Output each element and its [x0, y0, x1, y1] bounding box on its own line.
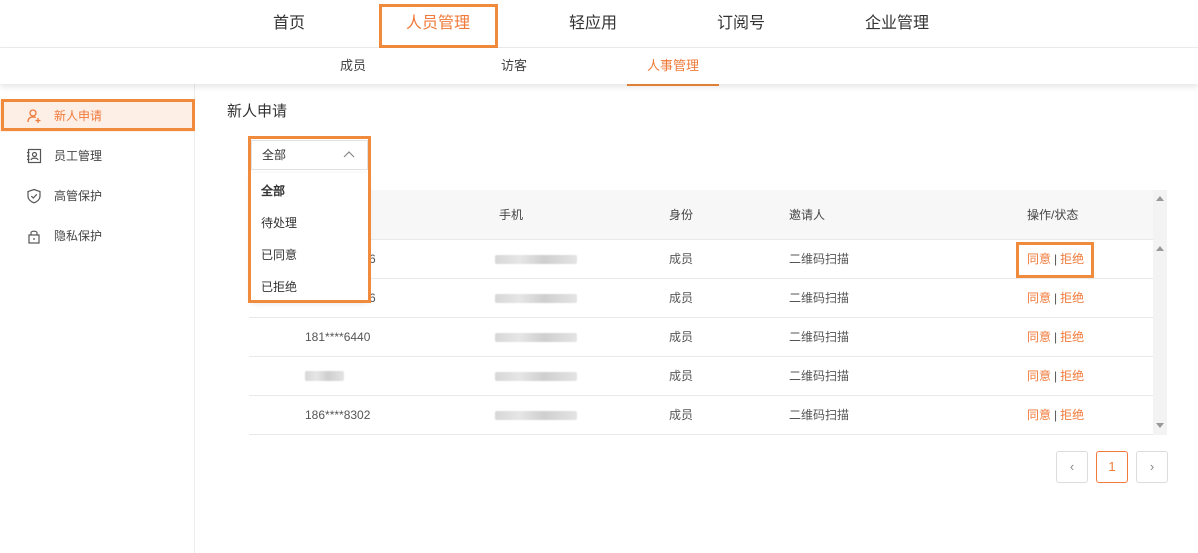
table-row: 6 成员 二维码扫描 同意 | 拒绝 [249, 240, 1153, 279]
table-header: 手机 身份 邀请人 操作/状态 [249, 190, 1153, 240]
applicant-role: 成员 [669, 252, 694, 266]
action-separator: | [1054, 330, 1058, 344]
nav-enterprise-management[interactable]: 企业管理 [852, 0, 942, 48]
subnav-members[interactable]: 成员 [327, 48, 379, 84]
user-add-icon [27, 109, 41, 123]
sidebar-item-label: 新人申请 [54, 109, 103, 123]
applications-table: 手机 身份 邀请人 操作/状态 6 成员 二维码扫描 同意 | 拒绝 6 成员 二维… [249, 190, 1153, 435]
applicant-role: 成员 [669, 330, 694, 344]
table-row: 181****6440 成员 二维码扫描 同意 | 拒绝 [249, 318, 1153, 357]
pagination-prev-button[interactable]: ‹ [1056, 451, 1088, 483]
status-filter-value: 全部 [262, 148, 287, 162]
filter-option-rejected[interactable]: 已拒绝 [251, 271, 368, 303]
pagination-next-button[interactable]: › [1136, 451, 1168, 483]
row-actions: 同意 | 拒绝 [1027, 279, 1084, 318]
scroll-up-icon[interactable] [1156, 196, 1164, 201]
agree-button[interactable]: 同意 [1027, 252, 1051, 266]
top-navigation: 首页 人员管理 轻应用 订阅号 企业管理 [0, 0, 1198, 48]
row-actions: 同意 | 拒绝 [1027, 240, 1084, 279]
agree-button[interactable]: 同意 [1027, 330, 1051, 344]
applicant-role: 成员 [669, 369, 694, 383]
agree-button[interactable]: 同意 [1027, 291, 1051, 305]
reject-button[interactable]: 拒绝 [1060, 408, 1084, 422]
applicant-inviter: 二维码扫描 [789, 330, 850, 344]
column-header-role: 身份 [669, 208, 694, 222]
table-row: 成员 二维码扫描 同意 | 拒绝 [249, 357, 1153, 396]
reject-button[interactable]: 拒绝 [1060, 252, 1084, 266]
nav-subscriptions[interactable]: 订阅号 [703, 0, 779, 48]
sidebar-item-privacy-protection[interactable]: 隐私保护 [0, 220, 195, 252]
applicant-inviter: 二维码扫描 [789, 408, 850, 422]
sidebar-item-executive-protection[interactable]: 高管保护 [0, 180, 195, 212]
phone-redacted [495, 255, 577, 264]
applicant-inviter: 二维码扫描 [789, 291, 850, 305]
table-row: 6 成员 二维码扫描 同意 | 拒绝 [249, 279, 1153, 318]
status-filter-select[interactable]: 全部 [251, 140, 368, 170]
sidebar-item-new-applications[interactable]: 新人申请 [0, 100, 195, 132]
page-title: 新人申请 [227, 103, 288, 120]
name-redacted [305, 371, 344, 381]
chevron-up-icon [343, 151, 355, 158]
filter-option-all[interactable]: 全部 [251, 175, 368, 207]
subnav-visitors[interactable]: 访客 [488, 48, 540, 84]
reject-button[interactable]: 拒绝 [1060, 369, 1084, 383]
applicant-name: 181****6440 [305, 330, 371, 344]
applicant-role: 成员 [669, 291, 694, 305]
status-filter-dropdown: 全部 待处理 已同意 已拒绝 [251, 173, 368, 301]
reject-button[interactable]: 拒绝 [1060, 291, 1084, 305]
action-separator: | [1054, 252, 1058, 266]
action-separator: | [1054, 408, 1058, 422]
table-scrollbar[interactable] [1153, 190, 1167, 435]
phone-redacted [495, 294, 577, 303]
applicant-name: 6 [369, 291, 376, 305]
agree-button[interactable]: 同意 [1027, 369, 1051, 383]
phone-redacted [495, 411, 577, 420]
row-actions: 同意 | 拒绝 [1027, 318, 1084, 357]
reject-button[interactable]: 拒绝 [1060, 330, 1084, 344]
scroll-down-icon[interactable] [1156, 423, 1164, 428]
applicant-inviter: 二维码扫描 [789, 252, 850, 266]
sidebar-item-label: 高管保护 [54, 189, 103, 203]
column-header-actions: 操作/状态 [1027, 208, 1079, 222]
action-separator: | [1054, 369, 1058, 383]
row-actions: 同意 | 拒绝 [1027, 357, 1084, 396]
sidebar-item-staff-management[interactable]: 员工管理 [0, 140, 195, 172]
applicant-name: 186****8302 [305, 408, 371, 422]
nav-people-management[interactable]: 人员管理 [380, 0, 496, 48]
sidebar: 新人申请 员工管理 高管保护 隐私保护 [0, 84, 195, 553]
filter-option-approved[interactable]: 已同意 [251, 239, 368, 271]
applicant-name: 6 [369, 252, 376, 266]
shield-icon [27, 188, 41, 204]
subnav-hr-management[interactable]: 人事管理 [631, 48, 715, 84]
sub-navigation: 成员 访客 人事管理 [0, 48, 1198, 84]
agree-button[interactable]: 同意 [1027, 408, 1051, 422]
nav-home[interactable]: 首页 [254, 0, 324, 48]
pagination-page-1[interactable]: 1 [1096, 451, 1128, 483]
applicant-inviter: 二维码扫描 [789, 369, 850, 383]
lock-icon [28, 230, 40, 244]
row-actions: 同意 | 拒绝 [1027, 396, 1084, 435]
action-separator: | [1054, 291, 1058, 305]
filter-option-pending[interactable]: 待处理 [251, 207, 368, 239]
id-card-icon [27, 148, 42, 164]
column-header-phone: 手机 [499, 208, 524, 222]
nav-light-apps[interactable]: 轻应用 [555, 0, 631, 48]
sidebar-item-label: 员工管理 [54, 149, 103, 163]
scroll-up-icon[interactable] [1156, 246, 1164, 251]
column-header-inviter: 邀请人 [789, 208, 826, 222]
table-row: 186****8302 成员 二维码扫描 同意 | 拒绝 [249, 396, 1153, 435]
applicant-role: 成员 [669, 408, 694, 422]
sidebar-item-label: 隐私保护 [54, 229, 103, 243]
phone-redacted [495, 372, 577, 381]
phone-redacted [495, 333, 577, 342]
